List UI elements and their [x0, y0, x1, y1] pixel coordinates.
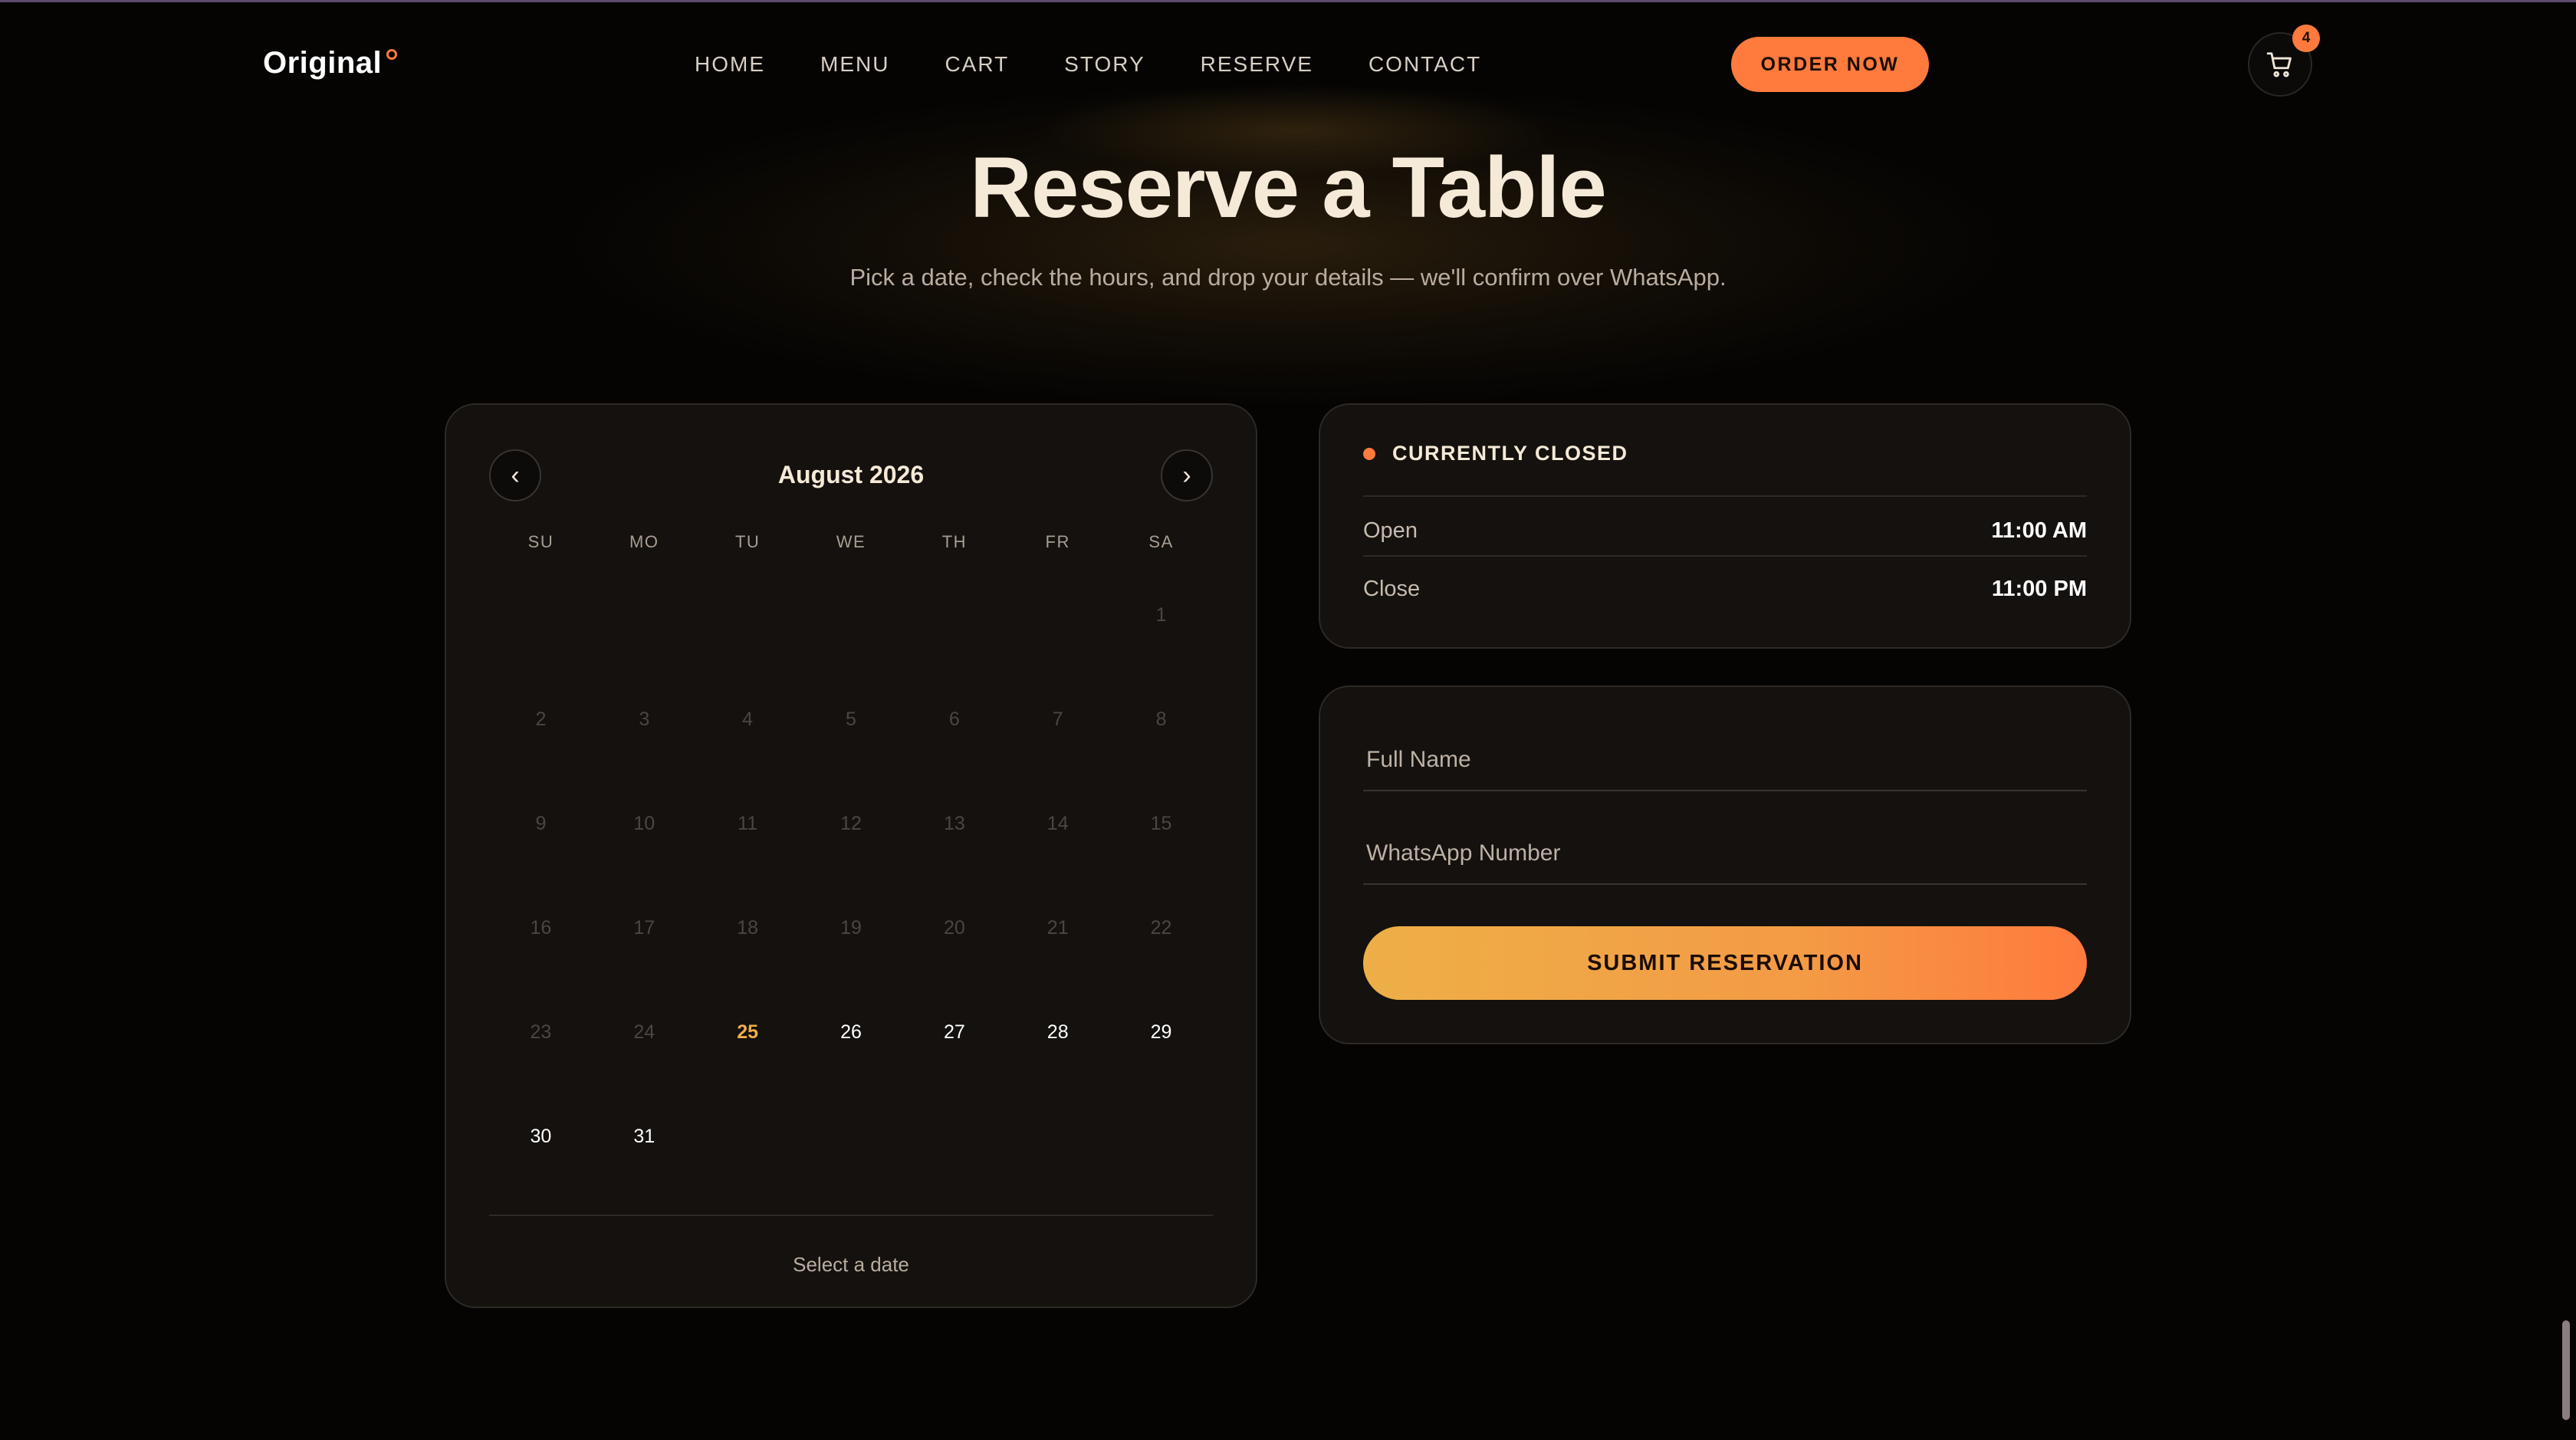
weekday-label: WE: [836, 532, 866, 551]
weekday-label: TH: [941, 532, 968, 551]
weekday-label: SA: [1148, 532, 1174, 551]
hours-divider: [1363, 495, 2087, 497]
calendar-day-past: 17: [633, 916, 656, 939]
calendar-day-past: 7: [1052, 708, 1063, 730]
nav-link-reserve[interactable]: RESERVE: [1201, 52, 1313, 77]
calendar-card: ‹ August 2026 › SU MO TU WE TH FR SA 123456789…: [445, 403, 1257, 1308]
page-title: Reserve a Table: [970, 140, 1607, 235]
next-month-button[interactable]: ›: [1161, 449, 1213, 501]
weekday-label: MO: [629, 532, 659, 551]
open-label: Open: [1363, 518, 1418, 543]
calendar-day-past: 14: [1046, 812, 1069, 834]
calendar-day-past: 6: [948, 708, 960, 730]
weekday-label: FR: [1045, 532, 1070, 551]
status-badge: CURRENTLY CLOSED: [1392, 442, 1628, 465]
calendar-selection-hint: Select a date: [793, 1253, 909, 1276]
calendar-day-past: 19: [840, 916, 862, 939]
calendar-day-today[interactable]: 25: [696, 980, 800, 1084]
calendar-day-past: 5: [846, 708, 856, 730]
weekday-label: SU: [527, 532, 554, 551]
weekday-label: TU: [734, 532, 761, 551]
calendar-day-past: 8: [1155, 708, 1167, 730]
calendar-day-past: 21: [1046, 916, 1069, 939]
reservation-form: SUBMIT RESERVATION: [1319, 685, 2131, 1044]
calendar-day-past: 13: [943, 812, 965, 834]
nav-links: HOME MENU CART STORY RESERVE CONTACT: [695, 52, 1536, 77]
cart-icon: [2266, 52, 2292, 77]
page-subtitle: Pick a date, check the hours, and drop y…: [849, 264, 1727, 291]
nav-link-contact[interactable]: CONTACT: [1368, 52, 1481, 77]
close-time: 11:00 PM: [1991, 577, 2087, 601]
calendar-day-past: 24: [633, 1021, 656, 1043]
calendar-day-past: 20: [943, 916, 965, 939]
weekday-header: SU MO TU WE TH FR SA: [489, 532, 1213, 552]
calendar-day-past: 18: [737, 916, 759, 939]
status-dot-icon: [1363, 448, 1375, 460]
calendar-divider: [489, 1215, 1213, 1216]
calendar-day[interactable]: 30: [489, 1084, 593, 1188]
close-label: Close: [1363, 577, 1421, 601]
full-name-input[interactable]: [1363, 730, 2087, 791]
calendar-day-past: 4: [742, 708, 754, 730]
calendar-day-past: 22: [1150, 916, 1172, 939]
calendar-day-past: 2: [535, 708, 547, 730]
calendar-month-title: August 2026: [777, 461, 925, 488]
calendar-day-past: 12: [840, 812, 862, 834]
hours-divider: [1363, 555, 2087, 557]
calendar-day-past: 9: [535, 812, 547, 834]
calendar-day-past: 11: [738, 812, 758, 834]
calendar-day[interactable]: 31: [593, 1084, 696, 1188]
calendar-day[interactable]: 28: [1006, 980, 1109, 1084]
calendar-blank-cell: [800, 563, 903, 667]
calendar-day-past: 15: [1150, 812, 1172, 834]
calendar-day-past: 1: [1155, 603, 1167, 626]
calendar-blank-cell: [696, 563, 800, 667]
open-time: 11:00 AM: [1991, 518, 2087, 543]
page-scrollbar[interactable]: [2562, 1320, 2570, 1420]
calendar-blank-cell: [902, 563, 1006, 667]
calendar-blank-cell: [489, 563, 593, 667]
cart-count-badge: 4: [2292, 25, 2320, 52]
nav-link-cart[interactable]: CART: [945, 52, 1009, 77]
brand-logo[interactable]: Original: [263, 46, 382, 81]
top-navigation: Original HOME MENU CART STORY RESERVE CO…: [0, 0, 2576, 130]
hours-card: CURRENTLY CLOSED Open 11:00 AM Close 11:…: [1319, 403, 2131, 649]
calendar-blank-cell: [1006, 563, 1109, 667]
calendar-day-past: 3: [639, 708, 650, 730]
calendar-day-grid: 1 2 3 4 5 6 7 8 9 10 11 12 13 14 15 16 17 18 19 20 21 22 23 24 2…: [489, 563, 1213, 1188]
nav-link-story[interactable]: STORY: [1064, 52, 1145, 77]
order-now-button[interactable]: ORDER NOW: [1731, 37, 1929, 92]
calendar-day-past: 16: [530, 916, 552, 939]
nav-link-home[interactable]: HOME: [695, 52, 765, 77]
calendar-day[interactable]: 26: [800, 980, 903, 1084]
calendar-day[interactable]: 27: [902, 980, 1006, 1084]
nav-link-menu[interactable]: MENU: [820, 52, 889, 77]
brand-logo-dot: [386, 49, 397, 60]
submit-reservation-button[interactable]: SUBMIT RESERVATION: [1363, 926, 2087, 1000]
calendar-day-past: 10: [633, 812, 656, 834]
whatsapp-number-input[interactable]: [1363, 824, 2087, 885]
calendar-day[interactable]: 29: [1109, 980, 1213, 1084]
calendar-day-past: 23: [530, 1021, 552, 1043]
calendar-blank-cell: [593, 563, 696, 667]
